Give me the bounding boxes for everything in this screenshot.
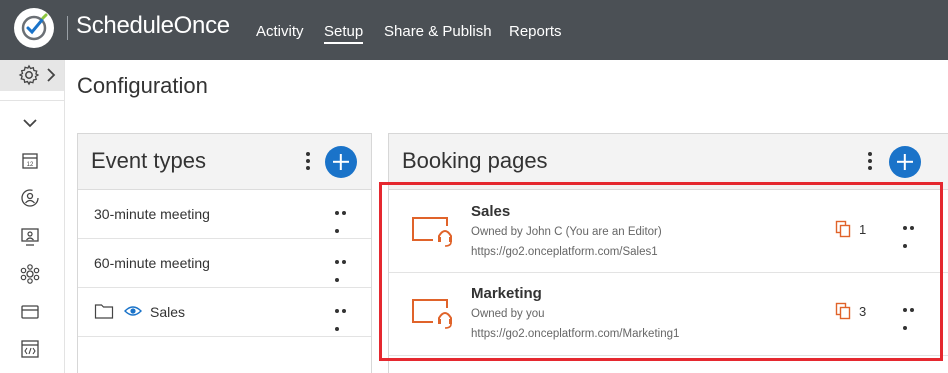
event-type-row[interactable]: 30-minute meeting — [78, 190, 371, 239]
event-types-title: Event types — [91, 148, 206, 173]
calendar-icon[interactable]: 12 — [19, 150, 41, 172]
event-types-header: Event types — [78, 134, 371, 190]
row-menu-icon[interactable] — [335, 260, 355, 282]
row-menu-icon[interactable] — [335, 211, 355, 233]
folder-label: Sales — [150, 304, 186, 320]
add-booking-page-button[interactable] — [889, 146, 921, 178]
user-cycle-icon[interactable] — [19, 187, 41, 209]
add-event-type-button[interactable] — [325, 146, 357, 178]
event-type-folder-row[interactable]: Sales — [78, 288, 371, 337]
page-title: Configuration — [77, 73, 208, 98]
folder-icon — [94, 304, 114, 319]
highlight-box — [379, 182, 943, 361]
event-types-menu-icon[interactable] — [305, 152, 311, 172]
chevron-down-icon[interactable] — [19, 112, 41, 134]
event-type-label: 30-minute meeting — [94, 206, 210, 222]
svg-text:12: 12 — [27, 162, 34, 168]
gear-icon — [18, 64, 40, 86]
booking-pages-title: Booking pages — [402, 148, 548, 173]
top-nav-bar: ScheduleOnce Activity Setup Share & Publ… — [0, 0, 948, 60]
nav-reports[interactable]: Reports — [509, 23, 562, 40]
nav-setup[interactable]: Setup — [324, 23, 364, 44]
brand-name: ScheduleOnce — [76, 12, 230, 39]
integrations-icon[interactable] — [19, 263, 41, 285]
event-type-row[interactable]: 60-minute meeting — [78, 239, 371, 288]
event-type-label: 60-minute meeting — [94, 255, 210, 271]
booking-pages-menu-icon[interactable] — [867, 152, 873, 172]
nav-share-publish[interactable]: Share & Publish — [384, 23, 492, 40]
scheduleonce-logo-icon[interactable] — [14, 8, 54, 48]
code-embed-icon[interactable] — [19, 338, 41, 360]
logo-divider — [67, 16, 68, 40]
chevron-right-icon — [47, 68, 56, 82]
nav-activity[interactable]: Activity — [256, 23, 304, 40]
row-menu-icon[interactable] — [335, 309, 355, 331]
settings-toggle[interactable] — [0, 60, 64, 91]
presenter-icon[interactable] — [19, 226, 41, 248]
payment-card-icon[interactable] — [19, 301, 41, 323]
left-sidebar: 12 — [0, 60, 65, 373]
eye-icon — [124, 306, 142, 316]
event-types-panel: Event types 30-minute meeting 60-minute … — [77, 133, 372, 373]
rail-divider — [0, 100, 64, 101]
